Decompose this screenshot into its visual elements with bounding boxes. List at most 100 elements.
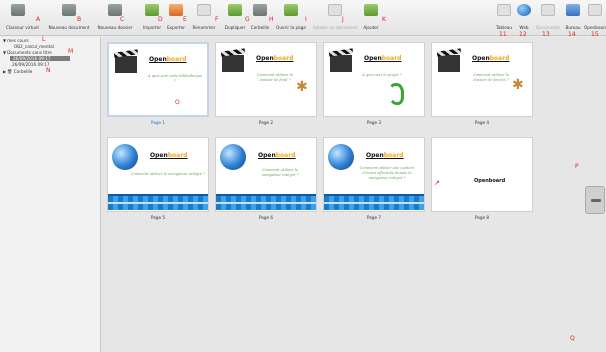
tree-folder-mes-cours[interactable]: ▼mes cours (3, 38, 29, 43)
page-label: Page 7 (366, 215, 382, 220)
page-thumbnail[interactable]: Openboard Comment utiliser le navigateur… (215, 137, 317, 212)
expanded-arrow-icon[interactable]: ▼ (3, 50, 6, 55)
page-caption: Comment utiliser le navigateur intégré ? (261, 168, 299, 177)
import-label: Importer (142, 25, 162, 30)
trash-icon (253, 4, 267, 16)
marker-b: B (77, 16, 82, 23)
expanded-arrow-icon[interactable]: ▼ (3, 38, 6, 43)
board-label: Tableau (495, 25, 513, 30)
desktop-button[interactable]: Bureau 14 (563, 4, 583, 38)
desktop-label: Bureau (565, 25, 581, 30)
clapperboard-image (330, 55, 352, 72)
tree-doc-label: OB2_calcul_mental (14, 44, 54, 49)
trash-label: Corbeille (250, 25, 270, 30)
page-caption: À quoi sert le projet ? (362, 73, 402, 77)
new-folder-button[interactable]: Nouveau dossier C (96, 4, 134, 34)
duplicate-icon (228, 4, 242, 16)
board-icon (497, 4, 511, 16)
marker-l: L (42, 36, 46, 43)
new-document-icon (62, 4, 76, 16)
page-thumbnail[interactable]: Openboard À quoi sert le projet ? (323, 42, 425, 117)
marker-p: P (575, 163, 579, 170)
waves-image (324, 194, 424, 210)
board-button[interactable]: Tableau 11 (494, 4, 514, 38)
openboard-button[interactable]: Openboard 15 (584, 4, 606, 38)
tree-doc-other[interactable]: 26/09/2016 09:17 (12, 62, 50, 67)
page-caption: À quoi sert cette bibliothèque ? (147, 74, 203, 83)
page-thumbnail[interactable]: Openboard Comment utiliser le dossier de… (215, 42, 317, 117)
document-tree-sidebar: ▼mes cours L OB2_calcul_mental ▼Document… (0, 36, 101, 352)
marker-m: M (68, 48, 74, 55)
web-globe-icon (517, 4, 531, 16)
gingerbread-icon: ✱ (512, 77, 524, 93)
new-folder-icon (108, 4, 122, 16)
waves-image (216, 194, 316, 210)
page-thumbnail[interactable]: ↗ Openboard (431, 137, 533, 212)
new-document-label: Nouveau document (48, 25, 90, 30)
virtual-binder-button[interactable]: Classeur virtuel A (6, 4, 40, 34)
documents-icon (541, 4, 555, 16)
open-page-icon (284, 4, 298, 16)
page-thumbnail[interactable]: Openboard À quoi sert cette bibliothèque… (107, 42, 209, 117)
marker-n: N (46, 67, 51, 74)
clapperboard-image (222, 55, 244, 72)
page-label: Page 3 (366, 120, 382, 125)
duplicate-button[interactable]: Dupliquer G (223, 4, 250, 34)
openboard-documents-window: Classeur virtuel A Nouveau document B No… (0, 0, 606, 352)
page-label: Page 5 (150, 215, 166, 220)
add-icon (364, 4, 378, 16)
collapsed-arrow-icon[interactable]: ▶ (3, 69, 6, 74)
openboard-logo: Openboard (364, 55, 402, 62)
page-caption: Comment utiliser le navigateur intégré ? (130, 172, 206, 176)
page-caption: Comment utiliser le dossier de favoris ? (472, 73, 510, 82)
export-label: Exporter (166, 25, 185, 30)
add-to-document-button[interactable]: Ajouter au document J (311, 4, 359, 34)
waves-image (108, 194, 208, 210)
tree-folder-untitled[interactable]: ▼Documents sans titre (3, 50, 52, 55)
page-thumbnails-area: Openboard À quoi sert cette bibliothèque… (102, 37, 606, 352)
virtual-binder-icon (11, 4, 25, 16)
add-to-document-label: Ajouter au document (312, 25, 358, 30)
page-thumbnail[interactable]: Openboard Comment utiliser le dossier de… (431, 42, 533, 117)
export-icon (169, 4, 183, 16)
globe-image (112, 144, 138, 170)
open-page-button[interactable]: Ouvrir la page I (273, 4, 309, 34)
openboard-logo: Openboard (150, 152, 188, 159)
desktop-icon (566, 4, 580, 16)
duplicate-label: Dupliquer (224, 25, 246, 30)
rename-button[interactable]: Renommer F (191, 4, 218, 34)
tree-doc-label: 26/09/2016 09:17 (12, 62, 50, 67)
new-folder-label: Nouveau dossier (97, 25, 133, 30)
trash-icon: 🗑 (7, 69, 13, 74)
page-label: Page 1 (150, 120, 166, 125)
add-button[interactable]: Ajouter K (360, 4, 386, 34)
page-thumbnail[interactable]: Openboard Comment utiliser le navigateur… (107, 137, 209, 212)
globe-image (328, 144, 354, 170)
import-button[interactable]: Importer D (141, 4, 163, 34)
tree-trash[interactable]: ▶🗑 Corbeille (3, 69, 32, 74)
marker-q: Q (570, 335, 575, 342)
add-to-document-icon (328, 4, 342, 16)
marker-d: D (158, 16, 163, 23)
openboard-logo: Openboard (256, 55, 294, 62)
web-button[interactable]: Web 12 (516, 4, 532, 38)
tree-doc-ob2[interactable]: OB2_calcul_mental (14, 44, 54, 49)
virtual-binder-label: Classeur virtuel (6, 25, 39, 30)
web-label: Web (519, 25, 529, 30)
documents-button[interactable]: Documents 13 (534, 4, 562, 38)
trash-button[interactable]: Corbeille H (249, 4, 274, 34)
export-button[interactable]: Exporter E (164, 4, 188, 34)
page-label: Page 2 (258, 120, 274, 125)
marker-j: J (342, 16, 344, 23)
new-document-button[interactable]: Nouveau document B (47, 4, 91, 34)
openboard-logo: Openboard (472, 55, 510, 62)
board-return-handle[interactable] (585, 186, 605, 214)
add-label: Ajouter (363, 25, 379, 30)
marker-a: A (36, 16, 41, 23)
clapperboard-image (115, 56, 137, 73)
tree-doc-selected[interactable]: 26/09/2016 09:17 (10, 56, 70, 61)
tree-folder-label: mes cours (7, 38, 29, 43)
page-thumbnail[interactable]: Openboard Comment utiliser une capture d… (323, 137, 425, 212)
openboard-label: Openboard (584, 25, 606, 30)
page-label: Page 4 (474, 120, 490, 125)
